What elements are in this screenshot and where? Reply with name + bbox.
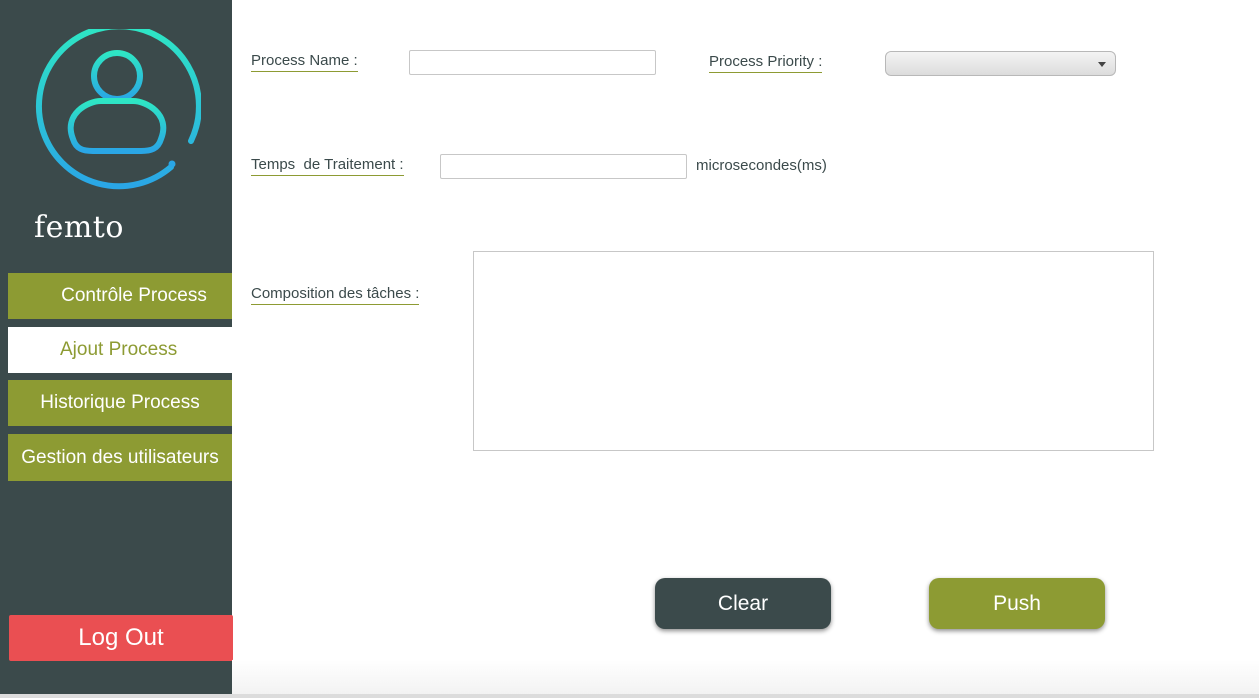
user-avatar-icon: [35, 29, 201, 190]
nav-item-historique-process[interactable]: Historique Process: [8, 380, 232, 426]
temps-traitement-label: Temps de Traitement :: [251, 156, 404, 176]
composition-taches-label: Composition des tâches :: [251, 285, 420, 305]
temps-traitement-input[interactable]: [440, 154, 687, 179]
bottom-shade: [232, 660, 1259, 698]
nav-item-label: Gestion des utilisateurs: [21, 446, 219, 468]
process-priority-select[interactable]: [885, 51, 1116, 76]
temps-unit-label: microsecondes(ms): [696, 157, 827, 174]
process-name-label: Process Name :: [251, 52, 358, 72]
nav-item-controle-process[interactable]: Contrôle Process: [8, 273, 232, 319]
nav-item-gestion-utilisateurs[interactable]: Gestion des utilisateurs: [8, 434, 232, 481]
app-name: femto: [34, 210, 124, 245]
clear-button[interactable]: Clear: [655, 578, 831, 629]
nav-item-label: Ajout Process: [60, 339, 178, 360]
process-name-input[interactable]: [409, 50, 656, 75]
logout-button[interactable]: Log Out: [9, 615, 233, 661]
composition-taches-textarea[interactable]: [473, 251, 1154, 451]
nav-item-label: Contrôle Process: [61, 285, 207, 306]
bottom-scroll-bar: [0, 694, 1259, 698]
push-button[interactable]: Push: [929, 578, 1105, 629]
nav-item-label: Historique Process: [40, 392, 200, 413]
sidebar: femto Contrôle Process Ajout Process His…: [0, 0, 233, 698]
caret-down-icon: [1098, 62, 1106, 67]
nav-item-ajout-process[interactable]: Ajout Process: [8, 327, 232, 373]
process-priority-label: Process Priority :: [709, 53, 823, 73]
